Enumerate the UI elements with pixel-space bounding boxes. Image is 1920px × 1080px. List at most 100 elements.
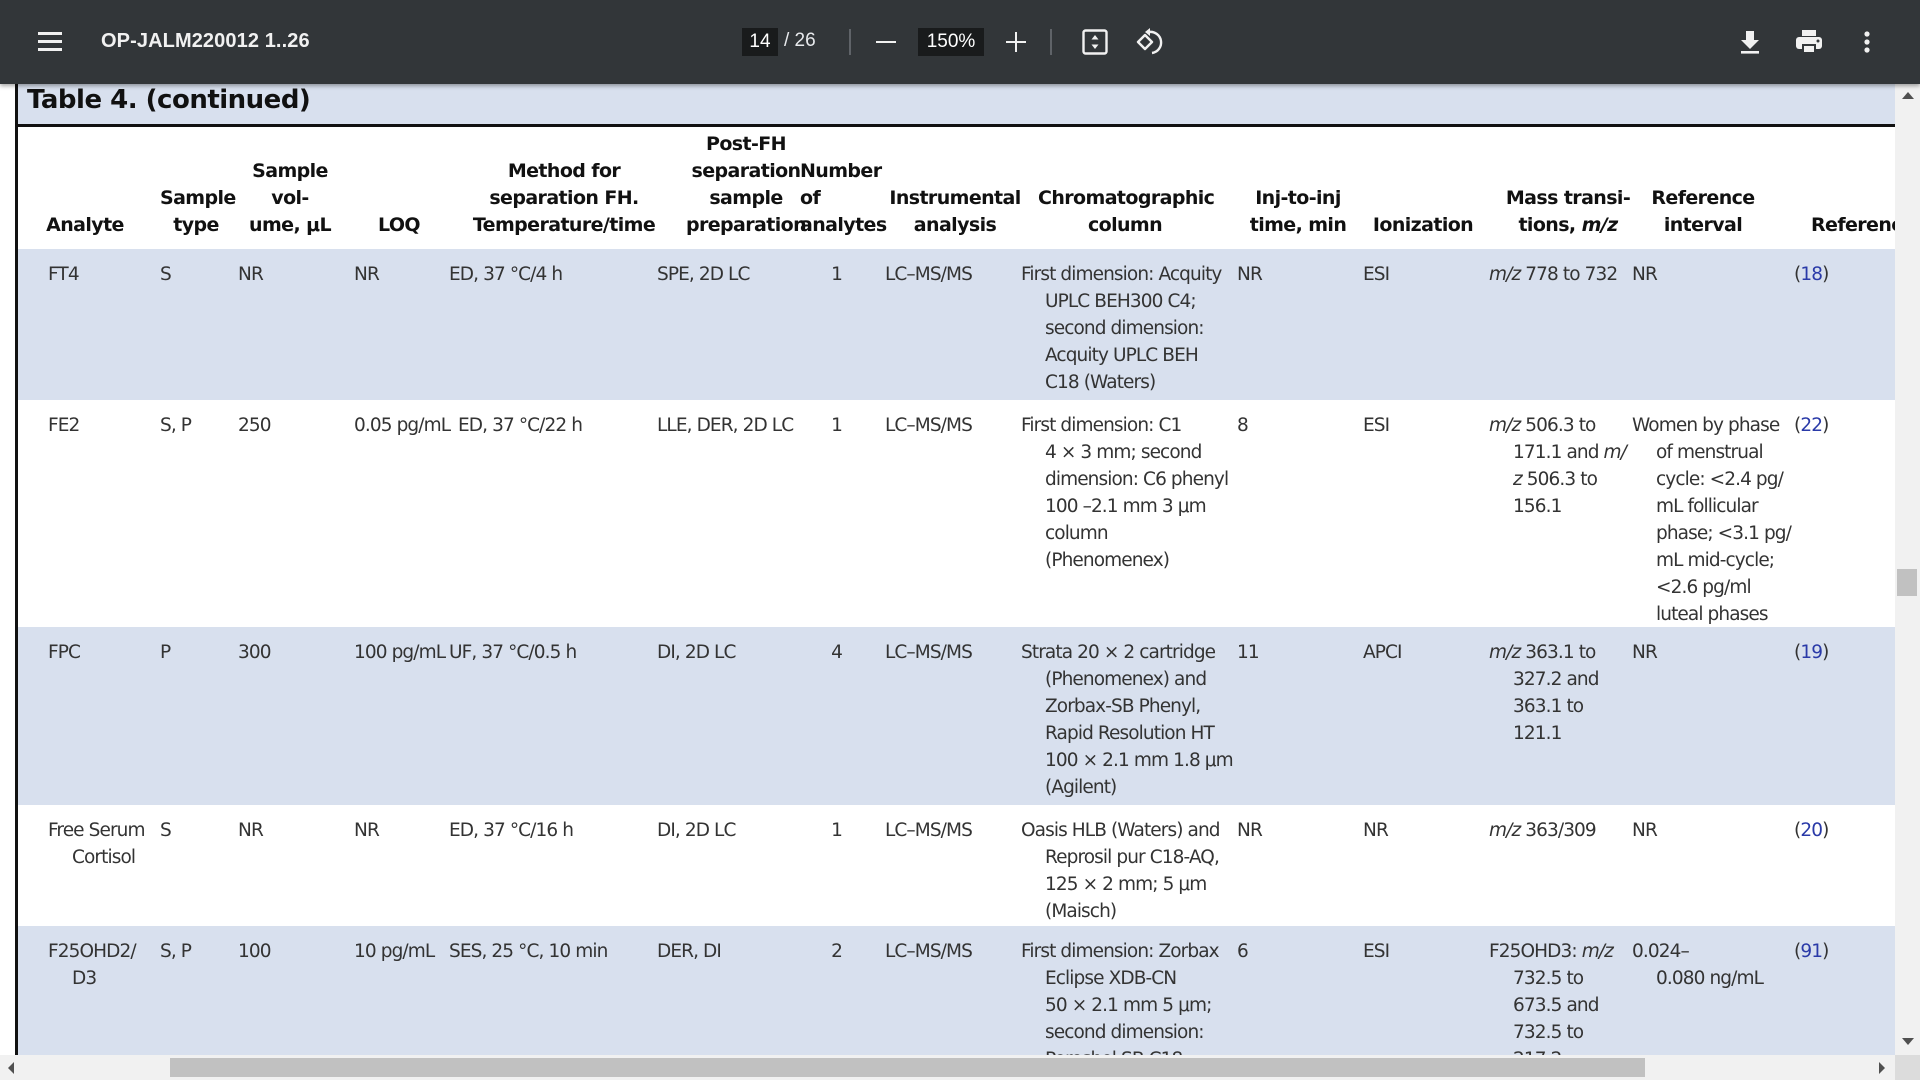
rotate-counterclockwise-icon [1136,28,1163,55]
cell-mass-transitions: m/z 363/309 [1489,820,1597,841]
hamburger-menu-icon-bar [38,40,62,43]
cell-loq: 10 pg/mL [354,941,435,962]
cell-post-fh: DI, 2D LC [657,820,736,841]
cell-instrumental: LC–MS/MS [885,642,973,663]
cell-reference-interval: NR [1632,820,1658,841]
menu-button[interactable] [36,28,64,56]
page-number-input[interactable]: 14 [742,28,778,56]
horizontal-scrollbar[interactable] [0,1055,1895,1080]
pdf-toolbar: OP-JALM220012 1..26 14 / 26 150% [0,0,1920,84]
cell-sample-type: P [160,642,171,663]
table-row: F25OHD2/D3 S, P 100 10 pg/mL SES, 25 °C, 10 … [18,926,1895,1055]
cell-instrumental: LC–MS/MS [885,264,973,285]
vertical-scrollbar[interactable] [1895,84,1920,1055]
more-options-button[interactable] [1856,28,1878,56]
header-loq: LOQ [378,214,421,236]
scroll-left-arrow-icon[interactable] [8,1062,14,1074]
header-column: Chromatographic column [1038,187,1215,236]
cell-inj-time: 6 [1237,941,1249,962]
cell-number-of-analytes: 1 [831,820,843,841]
reference-link[interactable]: 91 [1800,941,1823,962]
zoom-out-button[interactable] [872,28,900,56]
header-sample-type: Sample type [160,187,236,236]
cell-mass-transitions: m/z 363.1 to 327.2 and 363.1 to 121.1 [1489,642,1599,744]
cell-sample-volume: NR [238,264,264,285]
cell-method: ED, 37 °C/22 h [458,415,583,436]
print-button[interactable] [1794,28,1824,56]
toolbar-divider [1050,29,1052,55]
cell-method: ED, 37 °C/16 h [449,820,574,841]
print-icon [1796,30,1822,54]
scroll-right-arrow-icon[interactable] [1879,1062,1885,1074]
cell-sample-type: S [160,820,172,841]
reference-link[interactable]: 22 [1800,415,1823,436]
reference-link[interactable]: 18 [1800,264,1823,285]
header-ionization: Ionization [1372,214,1474,236]
cell-method: ED, 37 °C/4 h [449,264,563,285]
scroll-down-arrow-icon[interactable] [1902,1038,1914,1045]
fit-to-page-icon [1082,29,1108,55]
cell-ionization: APCI [1363,642,1402,663]
vertical-scrollbar-thumb[interactable] [1897,569,1917,596]
zoom-in-button[interactable] [1002,28,1030,56]
table-left-rule [15,84,18,1055]
cell-mass-transitions: F25OHD3: m/z732.5 to673.5 and732.5 to217… [1489,941,1614,1055]
scroll-up-arrow-icon[interactable] [1902,92,1914,99]
cell-loq: 100 pg/mL [354,642,446,663]
cell-reference: (19) [1794,642,1829,663]
cell-number-of-analytes: 2 [831,941,843,962]
fit-to-page-button[interactable] [1082,29,1108,55]
table-row: FPC P 300 100 pg/mL UF, 37 °C/0.5 h DI, 2D LC… [18,627,1895,805]
cell-inj-time: NR [1237,264,1263,285]
cell-analyte: FT4 [48,264,80,285]
cell-loq: NR [354,820,380,841]
horizontal-scrollbar-thumb[interactable] [170,1058,1645,1077]
cell-post-fh: DI, 2D LC [657,642,736,663]
cell-chromatographic-column: First dimension: Acquity UPLC BEH300 C4; s… [1021,264,1222,393]
toolbar-divider [849,29,851,55]
table-header: Analyte Sample type Sample vol- ume, μL … [18,127,1895,249]
cell-sample-type: S [160,264,172,285]
cell-ionization: ESI [1363,264,1390,285]
cell-reference: (22) [1794,415,1829,436]
cell-method: SES, 25 °C, 10 min [449,941,608,962]
document-viewport[interactable]: Table 4. (continued) Analyte Sample type… [0,84,1895,1055]
cell-sample-type: S, P [160,415,192,436]
more-vert-icon [1864,31,1870,53]
cell-reference-interval: NR [1632,642,1658,663]
document-title: OP-JALM220012 1..26 [101,30,310,52]
reference-link[interactable]: 20 [1800,820,1823,841]
cell-reference: (20) [1794,820,1829,841]
cell-loq: 0.05 pg/mL [354,415,451,436]
cell-ionization: ESI [1363,941,1390,962]
cell-inj-time: 8 [1237,415,1249,436]
table-caption-bar: Table 4. (continued) [16,84,1895,124]
cell-instrumental: LC–MS/MS [885,820,973,841]
table-row: FT4 S NR NR ED, 37 °C/4 h SPE, 2D LC 1 LC–MS/MS… [18,249,1895,400]
reference-link[interactable]: 19 [1800,642,1823,663]
zoom-level-input[interactable]: 150% [918,28,984,56]
header-analyte: Analyte [46,214,124,236]
cell-analyte: F25OHD2/D3 [48,941,137,989]
hamburger-menu-icon [38,32,62,35]
cell-analyte: FPC [48,642,81,663]
cell-ionization: NR [1363,820,1389,841]
rotate-button[interactable] [1134,27,1164,57]
cell-inj-time: 11 [1237,642,1260,663]
table-row: FE2 S, P 250 0.05 pg/mL ED, 37 °C/22 h LLE, D… [18,400,1895,627]
header-inj-time: Inj-to-inj time, min [1249,187,1347,236]
header-method: Method for separation FH. Temperature/ti… [472,160,656,236]
hamburger-menu-icon-bar [38,48,62,51]
download-button[interactable] [1736,28,1764,56]
cell-chromatographic-column: Strata 20 × 2 cartridge (Phenomenex) and Z… [1021,642,1234,798]
cell-analyte: Free Serum Cortisol [48,820,146,868]
header-reference: Referenc [1811,214,1895,236]
cell-mass-transitions: m/z 506.3 to 171.1 and m/z 506.3 to 156.1 [1489,415,1627,517]
cell-analyte: FE2 [48,415,80,436]
cell-loq: NR [354,264,380,285]
cell-ionization: ESI [1363,415,1390,436]
cell-sample-volume: 100 [238,941,272,962]
scrollbar-corner [1895,1055,1920,1080]
cell-reference-interval: 0.024– 0.080 ng/mL [1632,941,1764,989]
cell-number-of-analytes: 1 [831,264,843,285]
